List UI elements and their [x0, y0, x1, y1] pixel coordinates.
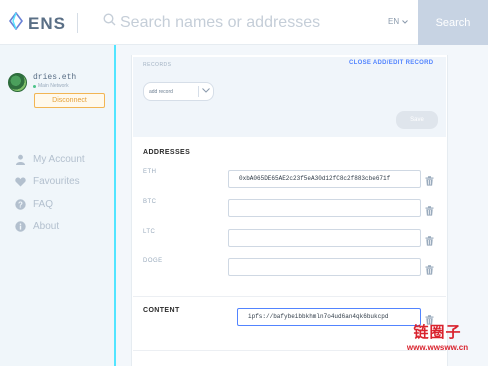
ens-logo[interactable]: ENS [8, 11, 66, 35]
language-label: EN [388, 17, 400, 26]
trash-icon[interactable] [425, 233, 434, 251]
record-type-select[interactable]: add record [143, 82, 214, 101]
ltc-address-field[interactable] [228, 229, 421, 247]
trash-icon[interactable] [425, 262, 434, 280]
avatar [8, 73, 27, 92]
sidebar-item-label: About [33, 221, 60, 233]
account-info: dries.eth Main Network [8, 73, 76, 92]
sidebar-item-my-account[interactable]: My Account [15, 148, 85, 171]
network-status: Main Network [33, 83, 76, 89]
logo-text: ENS [28, 13, 66, 33]
search-input[interactable] [120, 10, 370, 36]
addresses-title: ADDRESSES [143, 149, 191, 156]
search-button[interactable]: Search [418, 0, 488, 45]
coin-label-doge: DOGE [143, 258, 163, 264]
network-dot-icon [33, 84, 36, 88]
watermark-chinese: 链圈子 [413, 323, 462, 341]
user-icon [15, 154, 26, 165]
records-label: RECORDS [143, 62, 172, 68]
coin-label-btc: BTC [143, 199, 157, 205]
sidebar-nav: My Account Favourites ? FAQ About [15, 148, 85, 238]
header-divider [77, 13, 78, 33]
svg-text:?: ? [18, 200, 23, 209]
heart-icon [15, 176, 26, 187]
sidebar-item-about[interactable]: About [15, 216, 85, 239]
content-title: CONTENT [143, 307, 180, 314]
select-value: add record [149, 88, 173, 95]
ens-logo-icon [8, 11, 24, 35]
sidebar-item-favourites[interactable]: Favourites [15, 171, 85, 194]
sidebar-item-label: FAQ [33, 198, 54, 210]
account-name: dries.eth [33, 73, 77, 82]
eth-address-field[interactable]: 0xbA065DE65AE2c23f5eA30d12fC8c2f883cbe67… [228, 170, 421, 188]
search-icon [103, 13, 116, 31]
trash-icon[interactable] [425, 203, 434, 221]
language-selector[interactable]: EN [388, 17, 408, 26]
chevron-down-icon [202, 88, 210, 95]
chevron-down-icon [402, 17, 408, 26]
network-label: Main Network [38, 83, 69, 89]
sidebar-item-faq[interactable]: ? FAQ [15, 193, 85, 216]
sidebar-item-label: My Account [33, 153, 85, 165]
coin-label-eth: ETH [143, 169, 157, 175]
doge-address-field[interactable] [228, 258, 421, 276]
save-button[interactable]: Save [396, 111, 438, 129]
trash-icon[interactable] [425, 173, 434, 191]
coin-label-ltc: LTC [143, 229, 156, 235]
question-icon: ? [15, 199, 26, 210]
watermark-url: www.wwsww.cn [406, 343, 469, 352]
sidebar-item-label: Favourites [33, 176, 80, 188]
top-bar: ENS EN Search [0, 0, 488, 45]
btc-address-field[interactable] [228, 199, 421, 217]
section-divider [133, 296, 446, 297]
close-edit-record-link[interactable]: CLOSE ADD/EDIT RECORD [349, 60, 433, 66]
disconnect-button[interactable]: Disconnect [34, 93, 105, 108]
select-divider [198, 86, 199, 97]
info-icon [15, 221, 26, 232]
watermark: 链圈子 www.wwsww.cn [389, 321, 486, 352]
